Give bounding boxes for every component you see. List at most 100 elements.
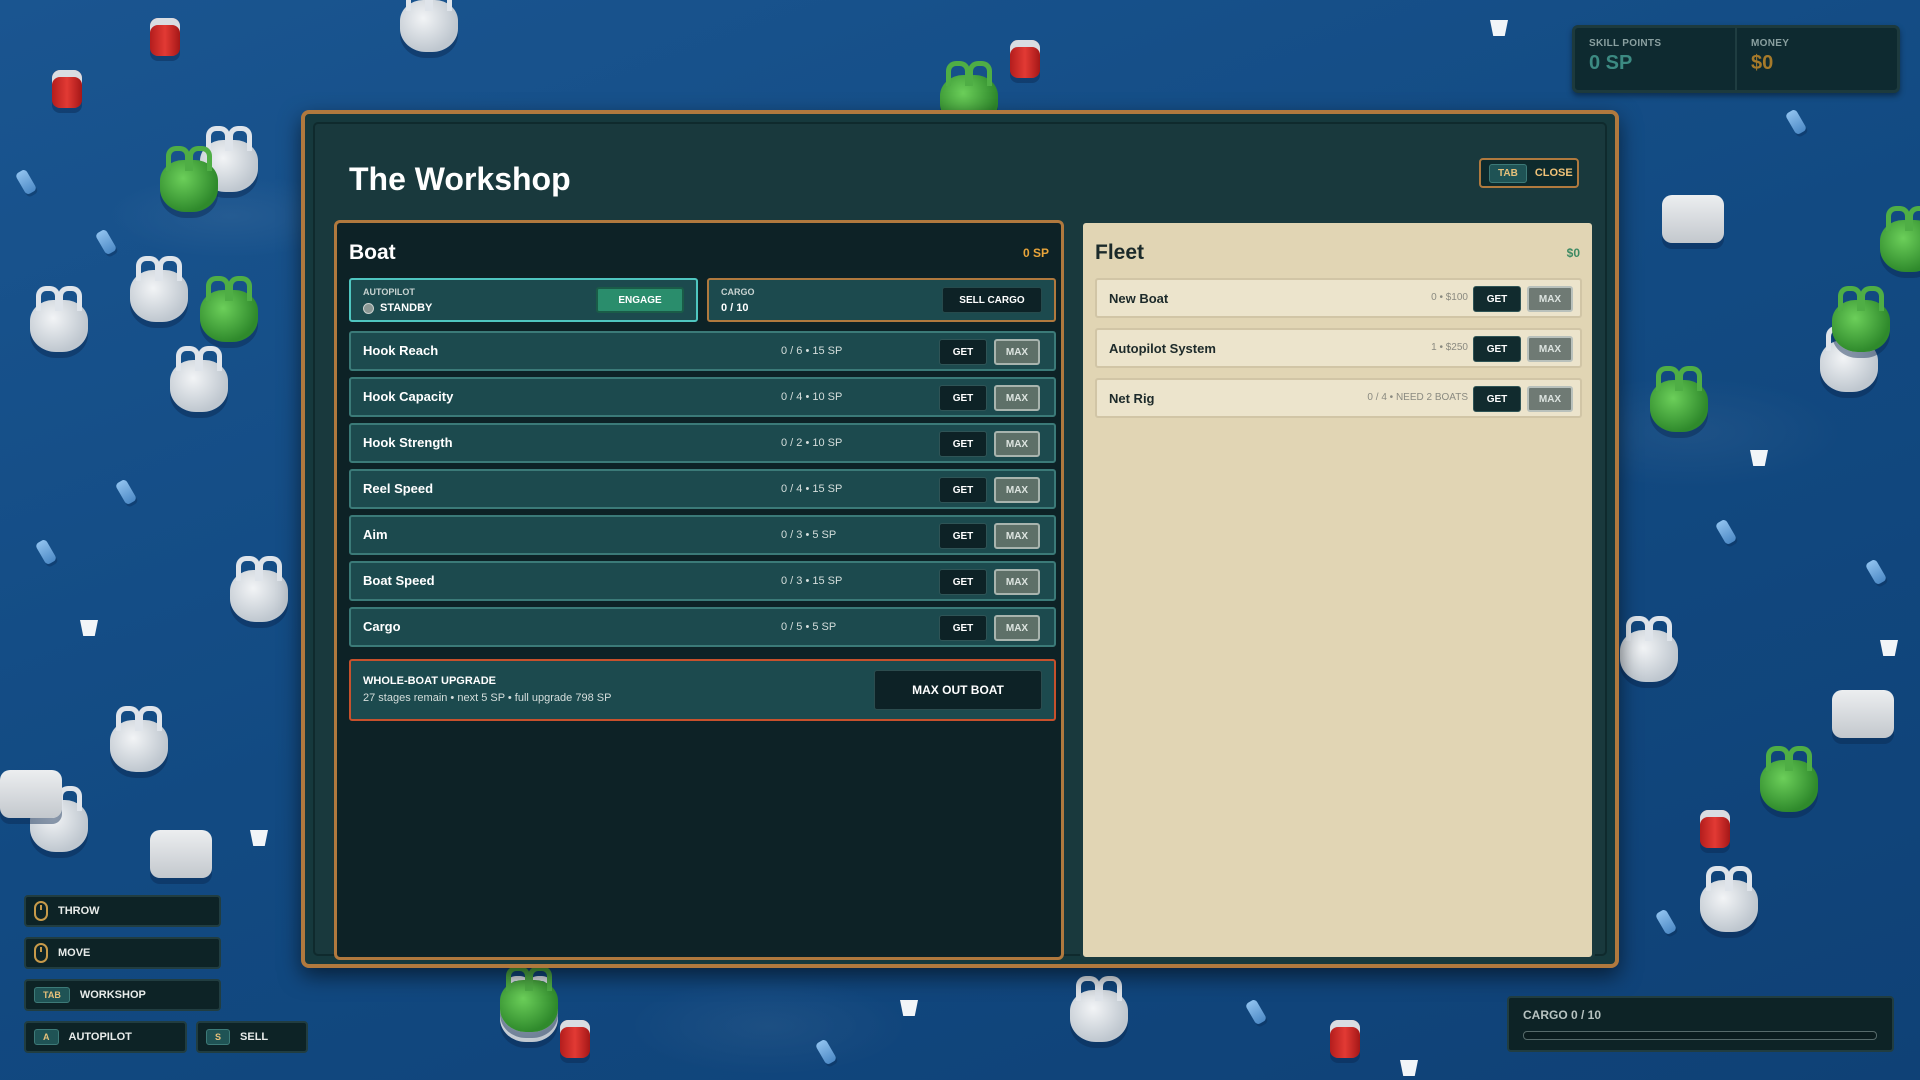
max-button[interactable]: MAX <box>1527 286 1573 312</box>
a-key-badge: A <box>34 1029 59 1045</box>
plastic-bag-icon <box>230 556 288 622</box>
get-button[interactable]: GET <box>939 431 987 457</box>
upgrade-row-boat-speed: Boat Speed 0 / 3 • 15 SP GET MAX <box>349 561 1056 601</box>
upgrade-row-cargo: Cargo 0 / 5 • 5 SP GET MAX <box>349 607 1056 647</box>
mouse-left-click-icon <box>34 901 48 921</box>
get-button[interactable]: GET <box>939 569 987 595</box>
soda-can-icon <box>1700 810 1730 848</box>
plastic-bag-icon <box>500 966 558 1032</box>
get-button[interactable]: GET <box>939 615 987 641</box>
plastic-bag-icon <box>400 0 458 52</box>
workshop-modal: The Workshop TAB CLOSE Boat 0 SP AUTOPIL… <box>301 110 1619 968</box>
plastic-bag-icon <box>130 256 188 322</box>
cup-icon <box>1750 450 1768 466</box>
fleet-panel: Fleet $0 New Boat 0 • $100 GET MAX Autop… <box>1080 220 1595 960</box>
whole-boat-subtitle: 27 stages remain • next 5 SP • full upgr… <box>363 692 612 704</box>
food-container-icon <box>150 830 212 878</box>
control-workshop[interactable]: TAB WORKSHOP <box>24 979 221 1011</box>
cargo-value: 0 / 10 <box>721 302 749 314</box>
max-button[interactable]: MAX <box>994 569 1040 595</box>
upgrade-row-hook-reach: Hook Reach 0 / 6 • 15 SP GET MAX <box>349 331 1056 371</box>
max-button[interactable]: MAX <box>994 385 1040 411</box>
max-button[interactable]: MAX <box>994 615 1040 641</box>
upgrade-name: Hook Reach <box>363 343 439 358</box>
fleet-item-name: Net Rig <box>1109 391 1155 406</box>
boat-panel: Boat 0 SP AUTOPILOT STANDBY ENGAGE CARGO… <box>334 220 1064 960</box>
bottle-icon <box>114 478 138 506</box>
upgrade-name: Hook Strength <box>363 435 453 450</box>
plastic-bag-icon <box>1700 866 1758 932</box>
plastic-bag-icon <box>30 286 88 352</box>
control-throw[interactable]: THROW <box>24 895 221 927</box>
food-container-icon <box>1832 690 1894 738</box>
tab-key-badge: TAB <box>34 987 70 1003</box>
whole-boat-title: WHOLE-BOAT UPGRADE <box>363 675 497 687</box>
control-move[interactable]: MOVE <box>24 937 221 969</box>
upgrade-name: Reel Speed <box>363 481 434 496</box>
upgrade-name: Cargo <box>363 619 401 634</box>
soda-can-icon <box>1010 40 1040 78</box>
cup-icon <box>1490 20 1508 36</box>
max-out-boat-button[interactable]: MAX OUT BOAT <box>874 670 1042 710</box>
plastic-bag-icon <box>1070 976 1128 1042</box>
bottle-icon <box>1864 558 1888 586</box>
max-button[interactable]: MAX <box>1527 336 1573 362</box>
boat-panel-title: Boat <box>349 241 396 264</box>
get-button[interactable]: GET <box>939 385 987 411</box>
get-button[interactable]: GET <box>1473 286 1521 312</box>
max-button[interactable]: MAX <box>994 523 1040 549</box>
control-label: MOVE <box>58 947 91 959</box>
control-label: WORKSHOP <box>79 989 146 1001</box>
cup-icon <box>1880 640 1898 656</box>
plastic-bag-icon <box>1880 206 1920 272</box>
workshop-modal-body: The Workshop TAB CLOSE Boat 0 SP AUTOPIL… <box>313 122 1607 960</box>
fleet-row-autopilot-system: Autopilot System 1 • $250 GET MAX <box>1095 328 1582 368</box>
fleet-money: $0 <box>1566 246 1580 260</box>
control-autopilot[interactable]: A AUTOPILOT <box>24 1021 187 1053</box>
page-title: The Workshop <box>349 161 571 197</box>
soda-can-icon <box>150 18 180 56</box>
get-button[interactable]: GET <box>939 523 987 549</box>
boat-skill-points: 0 SP <box>1022 246 1049 260</box>
plastic-bag-icon <box>160 146 218 212</box>
cup-icon <box>1400 1060 1418 1076</box>
upgrade-row-hook-strength: Hook Strength 0 / 2 • 10 SP GET MAX <box>349 423 1056 463</box>
tab-key-badge: TAB <box>1489 163 1527 183</box>
cargo-label: CARGO <box>721 287 755 297</box>
cargo-hud: CARGO 0 / 10 <box>1507 996 1894 1052</box>
plastic-bag-icon <box>1760 746 1818 812</box>
money-display: MONEY $0 <box>1737 28 1897 90</box>
control-sell[interactable]: S SELL <box>196 1021 308 1053</box>
upgrade-meta: 0 / 3 • 15 SP <box>781 575 843 587</box>
max-button[interactable]: MAX <box>994 339 1040 365</box>
bottle-icon <box>34 538 58 566</box>
cargo-hud-label: CARGO 0 / 10 <box>1523 1008 1602 1022</box>
fleet-item-meta: 0 / 4 • NEED 2 BOATS <box>1367 392 1468 403</box>
get-button[interactable]: GET <box>939 477 987 503</box>
upgrade-meta: 0 / 5 • 5 SP <box>781 621 837 633</box>
engage-button[interactable]: ENGAGE <box>596 287 684 313</box>
close-button[interactable]: TAB CLOSE <box>1479 158 1579 188</box>
fleet-item-name: Autopilot System <box>1109 341 1216 356</box>
plastic-bag-icon <box>1650 366 1708 432</box>
sell-cargo-button[interactable]: SELL CARGO <box>942 287 1042 313</box>
max-button[interactable]: MAX <box>994 431 1040 457</box>
get-button[interactable]: GET <box>939 339 987 365</box>
skill-points-value: 0 SP <box>1589 52 1633 74</box>
plastic-bag-icon <box>200 276 258 342</box>
upgrade-name: Aim <box>363 527 388 542</box>
max-button[interactable]: MAX <box>1527 386 1573 412</box>
max-button[interactable]: MAX <box>994 477 1040 503</box>
control-label: THROW <box>58 905 100 917</box>
fleet-item-name: New Boat <box>1109 291 1169 306</box>
skill-points-display: SKILL POINTS 0 SP <box>1575 28 1737 90</box>
get-button[interactable]: GET <box>1473 336 1521 362</box>
soda-can-icon <box>560 1020 590 1058</box>
bottle-icon <box>1244 998 1268 1026</box>
fleet-panel-title: Fleet <box>1095 241 1145 264</box>
fleet-item-meta: 0 • $100 <box>1431 292 1468 303</box>
upgrade-meta: 0 / 2 • 10 SP <box>781 437 843 449</box>
upgrade-name: Hook Capacity <box>363 389 454 404</box>
get-button[interactable]: GET <box>1473 386 1521 412</box>
soda-can-icon <box>52 70 82 108</box>
